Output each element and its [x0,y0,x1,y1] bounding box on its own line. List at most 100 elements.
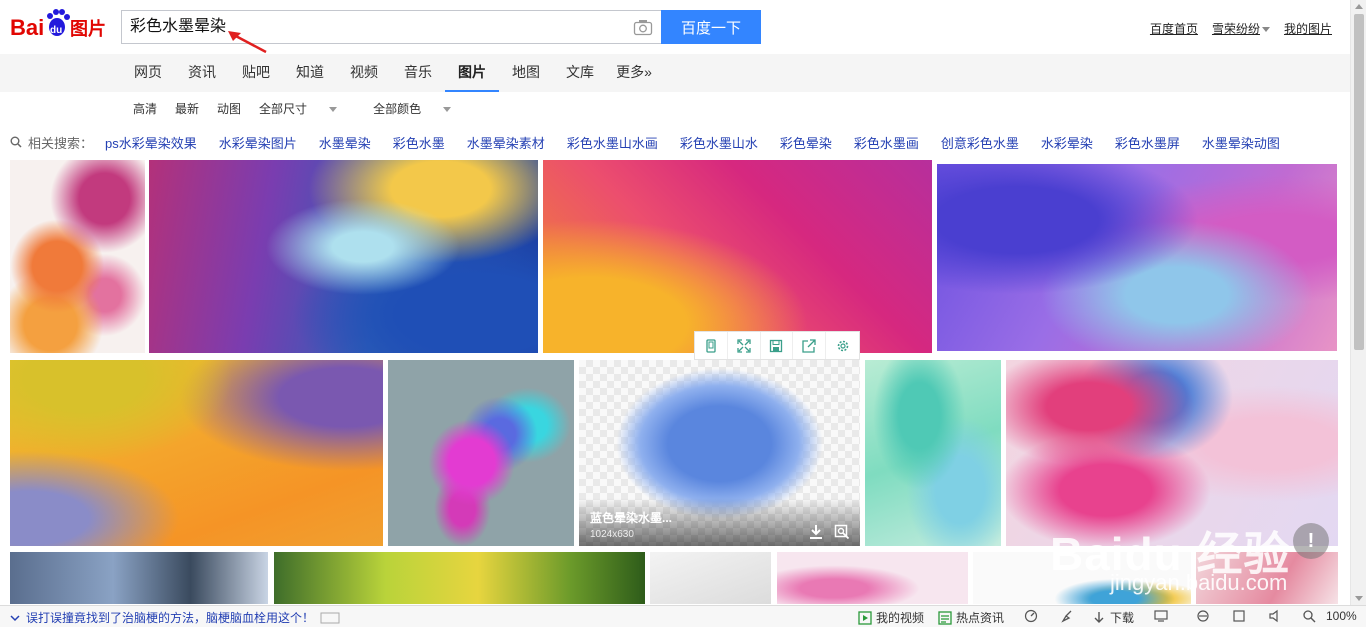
user-menu-link[interactable]: 雪荣纷纷 [1212,20,1270,37]
window-icon [1233,610,1245,622]
tab-more[interactable]: 更多» [615,54,653,92]
image-result[interactable] [1196,552,1338,604]
ad-icon [320,612,340,623]
image-result[interactable] [865,360,1001,546]
download-icon [1094,611,1104,623]
image-result[interactable] [149,160,538,353]
image-result[interactable] [10,552,268,604]
image-result[interactable] [650,552,771,604]
related-link[interactable]: 水墨晕染素材 [467,133,545,152]
tab-web[interactable]: 网页 [133,54,163,92]
related-link[interactable]: 创意彩色水墨 [941,133,1019,152]
image-result[interactable] [274,552,645,604]
baidu-logo[interactable]: Bai du 图片 [10,7,114,41]
share-button[interactable] [793,332,827,359]
zoom-level: 100% [1326,609,1357,623]
related-link[interactable]: 彩色水墨屏 [1115,133,1180,152]
tab-images[interactable]: 图片 [445,54,499,92]
search-box [121,10,661,44]
save-icon [770,339,783,352]
save-button[interactable] [761,332,794,359]
related-link[interactable]: 彩色晕染 [780,133,832,152]
vertical-scrollbar[interactable] [1350,0,1366,605]
browser-status-bar: 误打误撞竟找到了治脑梗的方法，脑梗脑血栓用这个！ 我的视频 热点资讯 下载 10… [0,605,1366,627]
my-video-button[interactable]: 我的视频 [858,609,924,626]
chevron-down-icon [1261,27,1270,33]
tab-wenku[interactable]: 文库 [565,54,595,92]
related-link[interactable]: 彩色水墨山水画 [567,133,658,152]
zoom-control[interactable]: 100% [1302,609,1357,623]
svg-text:Bai: Bai [10,15,44,40]
speed-button[interactable] [1024,609,1042,623]
image-caption: 蓝色晕染水墨... [590,511,673,525]
svg-text:du: du [50,25,62,36]
window-button[interactable] [1232,609,1250,623]
image-result[interactable] [388,360,574,546]
baidu-home-link[interactable]: 百度首页 [1150,20,1198,37]
image-result[interactable] [777,552,968,604]
scrollbar-thumb[interactable] [1354,14,1364,350]
image-result[interactable] [10,160,145,353]
search-input[interactable] [122,11,612,43]
view-detail-button[interactable] [695,332,728,359]
image-result[interactable] [937,164,1337,351]
hot-news-button[interactable]: 热点资讯 [938,609,1004,626]
fullscreen-button[interactable] [728,332,761,359]
image-result[interactable] [543,160,932,353]
image-result[interactable] [973,552,1191,604]
tab-map[interactable]: 地图 [511,54,541,92]
filter-size-dropdown[interactable]: 全部尺寸 [259,100,355,118]
related-link[interactable]: ps水彩晕染效果 [105,133,197,152]
download-icon[interactable] [808,524,824,540]
similar-search-icon[interactable] [834,524,850,540]
image-result-hovered[interactable]: 蓝色晕染水墨... 1024x630 [579,360,860,546]
filter-animated[interactable]: 动图 [217,100,241,118]
filter-latest[interactable]: 最新 [175,100,199,118]
filter-color-dropdown[interactable]: 全部颜色 [373,100,469,118]
status-news[interactable]: 误打误撞竟找到了治脑梗的方法，脑梗脑血栓用这个！ [8,609,344,626]
image-hover-toolbar [694,331,860,360]
tab-music[interactable]: 音乐 [403,54,433,92]
ie-icon [1197,610,1209,622]
image-result[interactable] [1006,360,1338,546]
tab-video[interactable]: 视频 [349,54,379,92]
search-button[interactable]: 百度一下 [661,10,761,44]
my-video-label: 我的视频 [876,611,925,625]
devices-button[interactable] [1154,609,1172,623]
clean-button[interactable] [1060,609,1078,623]
chevron-down-icon [10,614,20,621]
scroll-down-icon[interactable] [1355,596,1363,601]
download-button[interactable]: 下载 [1092,609,1134,626]
related-link[interactable]: 彩色水墨画 [854,133,919,152]
feedback-button[interactable]: ! [1293,523,1329,559]
volume-button[interactable] [1268,609,1286,623]
monitor-icon [1154,610,1168,622]
search-icon [10,136,22,148]
tab-tieba[interactable]: 贴吧 [241,54,271,92]
play-icon [858,610,872,625]
camera-icon[interactable] [633,18,653,36]
related-link[interactable]: 彩色水墨 [393,133,445,152]
download-label: 下载 [1110,611,1135,625]
related-link[interactable]: 彩色水墨山水 [680,133,758,152]
broom-icon [1061,610,1072,623]
image-result[interactable] [10,360,383,546]
share-icon [802,338,816,353]
tab-news[interactable]: 资讯 [187,54,217,92]
user-name: 雪荣纷纷 [1211,22,1260,36]
filter-hd[interactable]: 高清 [133,100,157,118]
related-link[interactable]: 水墨晕染 [319,133,371,152]
hot-news-label: 热点资讯 [956,611,1005,625]
annotation-arrow-icon [228,31,267,54]
ie-mode-button[interactable] [1196,609,1214,623]
tab-zhidao[interactable]: 知道 [295,54,325,92]
scroll-up-icon[interactable] [1355,4,1363,9]
magnifier-icon [1303,610,1316,623]
related-link[interactable]: 水彩晕染 [1041,133,1093,152]
header: Bai du 图片 百度一下 百度首页 雪荣纷纷 我的图片 [0,0,1350,54]
settings-button[interactable] [826,332,859,359]
my-images-link[interactable]: 我的图片 [1284,20,1332,37]
related-link[interactable]: 水彩晕染图片 [219,133,297,152]
related-link[interactable]: 水墨晕染动图 [1202,133,1280,152]
filter-color-label: 全部颜色 [373,102,422,116]
